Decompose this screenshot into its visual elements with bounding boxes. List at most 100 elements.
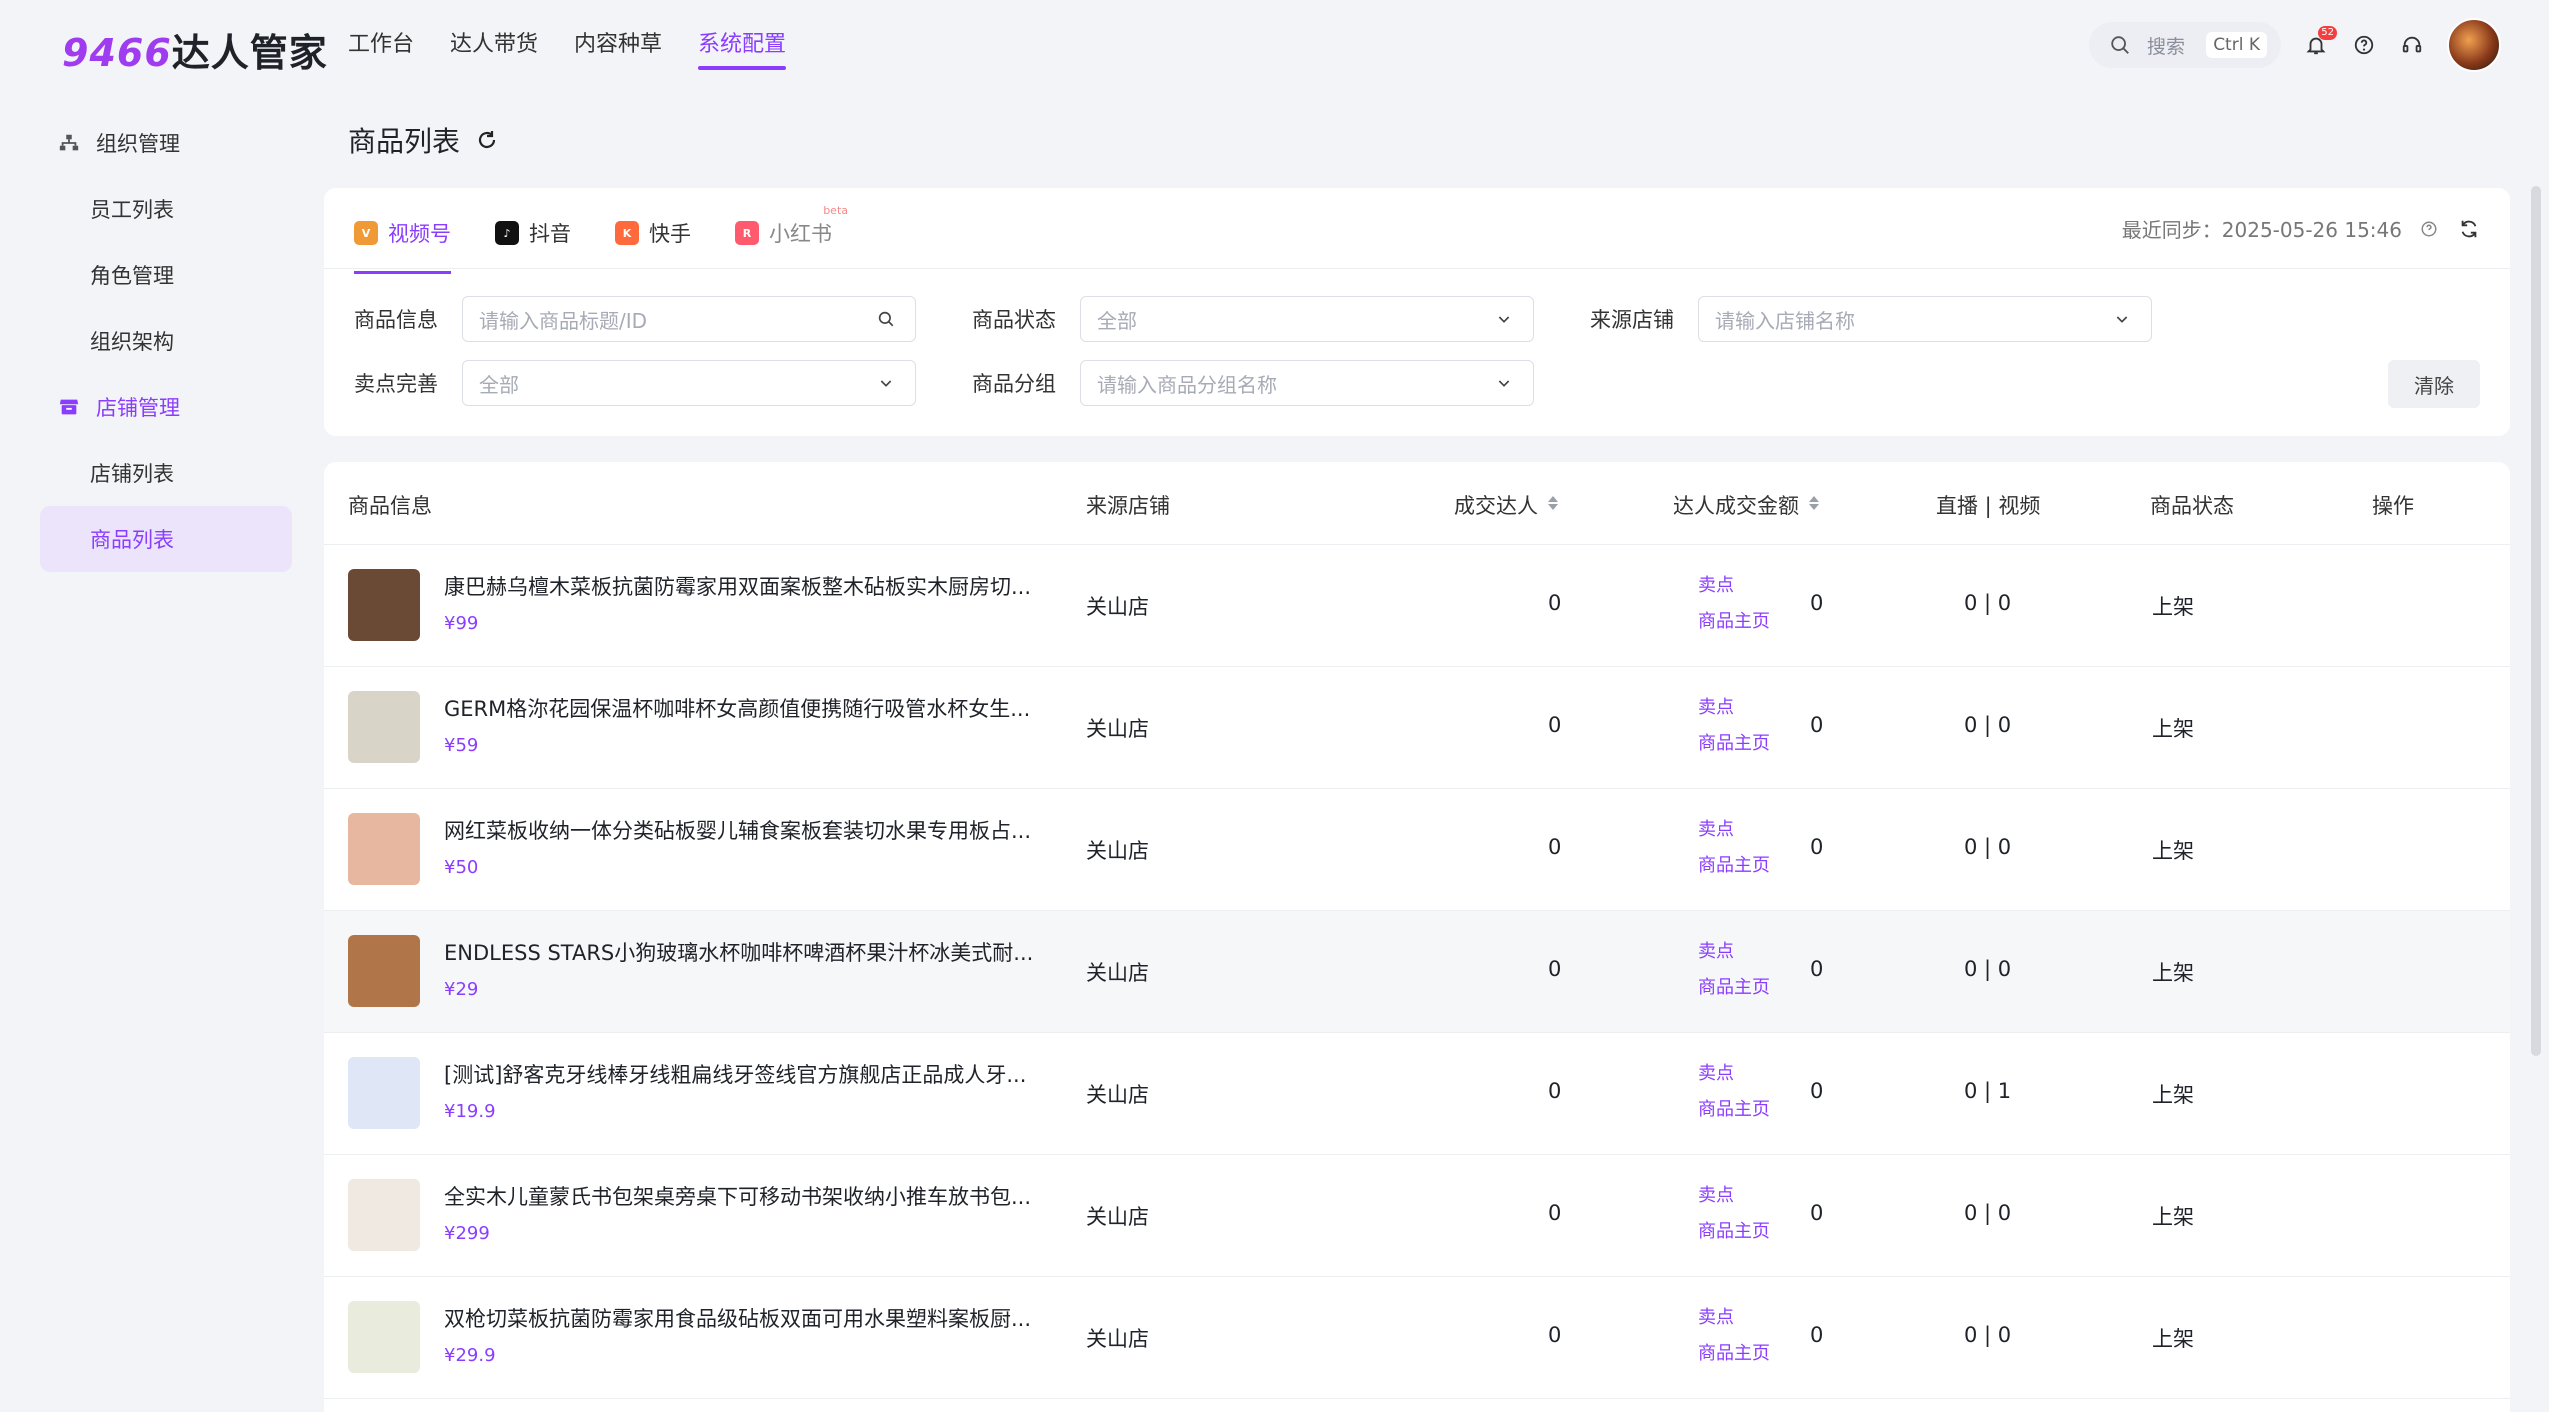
selling-point-link[interactable]: 卖点 — [1698, 571, 1734, 597]
sync-icon[interactable] — [2456, 216, 2482, 242]
table-row[interactable]: 双枪切菜板抗菌防霉家用食品级砧板双面可用水果塑料案板厨... ¥29.9 关山店… — [324, 1277, 2510, 1399]
live-video-count: 0 | 0 — [1964, 957, 2012, 981]
sidebar-group-org[interactable]: 组织管理 — [40, 110, 292, 176]
product-home-link[interactable]: 商品主页 — [1698, 851, 1770, 877]
live-video-count: 0 | 0 — [1964, 835, 2012, 859]
col-amount-label: 达人成交金额 — [1673, 494, 1799, 518]
source-shop-placeholder: 请输入店铺名称 — [1715, 308, 1855, 333]
tab-wechat-channels[interactable]: V 视频号 — [354, 210, 451, 274]
scrollbar[interactable] — [2531, 186, 2541, 1056]
product-home-link[interactable]: 商品主页 — [1698, 607, 1770, 633]
clear-button[interactable]: 清除 — [2388, 360, 2480, 408]
live-video-count: 0 | 0 — [1964, 591, 2012, 615]
creator-count: 0 — [1548, 591, 1562, 615]
creator-amount: 0 — [1810, 1201, 1824, 1225]
product-home-link[interactable]: 商品主页 — [1698, 729, 1770, 755]
nav-workbench[interactable]: 工作台 — [348, 26, 414, 68]
sidebar-item-org-structure[interactable]: 组织架构 — [40, 308, 292, 374]
selling-point-link[interactable]: 卖点 — [1698, 1181, 1734, 1207]
sidebar-item-shop-list[interactable]: 店铺列表 — [40, 440, 292, 506]
product-price: ¥50 — [444, 857, 479, 878]
bell-icon[interactable]: 52 — [2303, 26, 2337, 58]
tab-douyin[interactable]: ♪ 抖音 — [495, 210, 571, 256]
table-row[interactable]: GERM格沵花园保温杯咖啡杯女高颜值便携随行吸管水杯女生... ¥59 关山店 … — [324, 667, 2510, 789]
refresh-icon[interactable] — [474, 127, 500, 153]
product-home-link[interactable]: 商品主页 — [1698, 973, 1770, 999]
sidebar: 组织管理 员工列表 角色管理 组织架构 店铺管理 店铺列表 商品列表 — [40, 110, 292, 572]
product-home-link[interactable]: 商品主页 — [1698, 1095, 1770, 1121]
filter-label: 来源店铺 — [1590, 308, 1674, 332]
product-title[interactable]: 康巴赫乌檀木菜板抗菌防霉家用双面案板整木砧板实木厨房切... — [444, 571, 1031, 601]
product-title[interactable]: [测试]舒客克牙线棒牙线粗扁线牙签线官方旗舰店正品成人牙... — [444, 1059, 1026, 1089]
tab-label: 小红书 — [769, 222, 832, 246]
product-title[interactable]: 全实木儿童蒙氏书包架桌旁桌下可移动书架收纳小推车放书包... — [444, 1181, 1031, 1211]
douyin-icon: ♪ — [495, 221, 519, 245]
sidebar-item-role-mgmt[interactable]: 角色管理 — [40, 242, 292, 308]
nav-creator-sales[interactable]: 达人带货 — [450, 26, 538, 68]
filter-product-group: 商品分组 请输入商品分组名称 — [972, 360, 1534, 406]
tab-xiaohongshu[interactable]: R 小红书 beta — [735, 204, 848, 256]
table-row[interactable]: 网红菜板收纳一体分类砧板婴儿辅食案板套装切水果专用板占... ¥50 关山店 0… — [324, 789, 2510, 911]
table-row[interactable]: 全实木儿童蒙氏书包架桌旁桌下可移动书架收纳小推车放书包... ¥299 关山店 … — [324, 1155, 2510, 1277]
avatar[interactable] — [2447, 18, 2501, 72]
search-icon — [873, 306, 899, 332]
selling-point-link[interactable]: 卖点 — [1698, 937, 1734, 963]
table-row[interactable]: [测试]舒客克牙线棒牙线粗扁线牙签线官方旗舰店正品成人牙... ¥19.9 关山… — [324, 1033, 2510, 1155]
source-shop-select[interactable]: 请输入店铺名称 — [1698, 296, 2152, 342]
table-row[interactable]: 康巴赫乌檀木菜板抗菌防霉家用双面案板整木砧板实木厨房切... ¥99 关山店 0… — [324, 545, 2510, 667]
table-row[interactable]: ENDLESS STARS小狗玻璃水杯咖啡杯啤酒杯果汁杯冰美式耐... ¥29 … — [324, 911, 2510, 1033]
tab-divider — [324, 268, 2510, 269]
creator-count: 0 — [1548, 1201, 1562, 1225]
product-title[interactable]: GERM格沵花园保温杯咖啡杯女高颜值便携随行吸管水杯女生... — [444, 693, 1030, 723]
product-title[interactable]: 双枪切菜板抗菌防霉家用食品级砧板双面可用水果塑料案板厨... — [444, 1303, 1031, 1333]
sidebar-item-product-list[interactable]: 商品列表 — [40, 506, 292, 572]
product-thumbnail[interactable] — [348, 691, 420, 763]
product-title[interactable]: ENDLESS STARS小狗玻璃水杯咖啡杯啤酒杯果汁杯冰美式耐... — [444, 937, 1033, 967]
tab-label: 快手 — [649, 222, 691, 246]
tab-kuaishou[interactable]: K 快手 — [615, 210, 691, 256]
product-title[interactable]: 网红菜板收纳一体分类砧板婴儿辅食案板套装切水果专用板占... — [444, 815, 1031, 845]
selling-point-link[interactable]: 卖点 — [1698, 1303, 1734, 1329]
search-shortcut: Ctrl K — [2206, 32, 2267, 58]
selling-point-link[interactable]: 卖点 — [1698, 1059, 1734, 1085]
nav-content-seeding[interactable]: 内容种草 — [574, 26, 662, 68]
product-info-input[interactable]: 请输入商品标题/ID — [462, 296, 916, 342]
col-creators-label: 成交达人 — [1454, 494, 1538, 518]
help-icon[interactable] — [2351, 32, 2377, 58]
product-status: 上架 — [2152, 961, 2194, 985]
headset-icon[interactable] — [2399, 32, 2425, 58]
sidebar-item-staff-list[interactable]: 员工列表 — [40, 176, 292, 242]
product-home-link[interactable]: 商品主页 — [1698, 1339, 1770, 1365]
live-video-count: 0 | 0 — [1964, 1201, 2012, 1225]
nav-system-config[interactable]: 系统配置 — [698, 26, 787, 70]
col-creators[interactable]: 成交达人 — [1454, 490, 1560, 520]
product-thumbnail[interactable] — [348, 1301, 420, 1373]
sidebar-group-shop[interactable]: 店铺管理 — [40, 374, 292, 440]
product-thumbnail[interactable] — [348, 935, 420, 1007]
table-body: 康巴赫乌檀木菜板抗菌防霉家用双面案板整木砧板实木厨房切... ¥99 关山店 0… — [324, 545, 2510, 1399]
app-logo[interactable]: 9466达人管家 — [62, 22, 328, 77]
col-amount[interactable]: 达人成交金额 — [1673, 490, 1821, 520]
source-shop: 关山店 — [1086, 1083, 1149, 1107]
product-thumbnail[interactable] — [348, 1179, 420, 1251]
info-icon[interactable] — [2416, 216, 2442, 242]
sort-icon — [1546, 493, 1560, 517]
product-thumbnail[interactable] — [348, 1057, 420, 1129]
selling-point-link[interactable]: 卖点 — [1698, 815, 1734, 841]
product-thumbnail[interactable] — [348, 569, 420, 641]
product-home-link[interactable]: 商品主页 — [1698, 1217, 1770, 1243]
selling-point-link[interactable]: 卖点 — [1698, 693, 1734, 719]
product-status: 上架 — [2152, 595, 2194, 619]
product-group-select[interactable]: 请输入商品分组名称 — [1080, 360, 1534, 406]
sync-status: 最近同步：2025-05-26 15:46 — [2122, 214, 2482, 243]
filter-label: 卖点完善 — [354, 372, 438, 396]
product-status-select[interactable]: 全部 — [1080, 296, 1534, 342]
col-product-info: 商品信息 — [348, 494, 432, 518]
selling-point-select[interactable]: 全部 — [462, 360, 916, 406]
chevron-down-icon — [1491, 306, 1517, 332]
product-thumbnail[interactable] — [348, 813, 420, 885]
chevron-down-icon — [873, 370, 899, 396]
tab-label: 视频号 — [388, 222, 451, 246]
global-search[interactable]: 搜索 Ctrl K — [2089, 22, 2281, 68]
source-shop: 关山店 — [1086, 961, 1149, 985]
